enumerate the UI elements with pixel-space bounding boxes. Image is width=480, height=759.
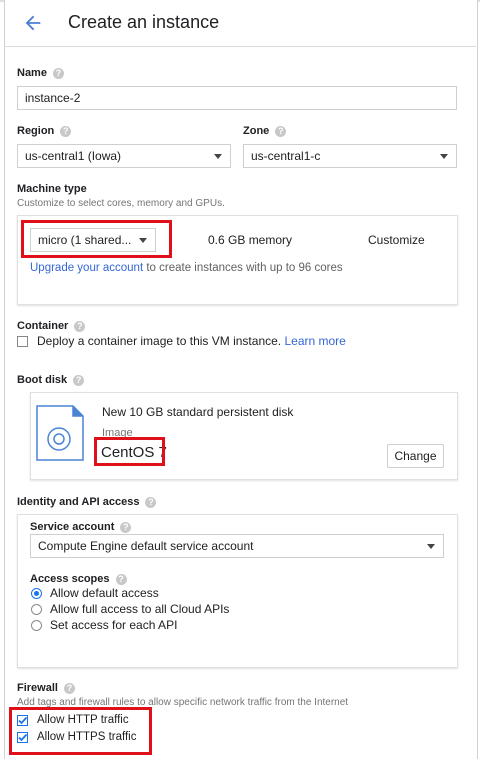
boot-disk-label: Boot disk?	[17, 374, 85, 386]
boot-disk-description: New 10 GB standard persistent disk	[102, 405, 294, 419]
boot-disk-label-text: Boot disk	[17, 374, 68, 386]
customize-link[interactable]: Customize	[368, 233, 425, 247]
container-label-text: Container	[17, 320, 69, 332]
upgrade-line: Upgrade your account to create instances…	[30, 262, 343, 274]
chevron-down-icon	[440, 154, 448, 159]
zone-label-text: Zone	[243, 125, 270, 137]
name-input[interactable]: instance-2	[17, 86, 457, 110]
service-account-label-text: Service account	[30, 521, 115, 533]
region-select[interactable]: us-central1 (Iowa)	[17, 144, 231, 168]
container-checkbox-label: Deploy a container image to this VM inst…	[37, 334, 282, 348]
identity-label-text: Identity and API access	[17, 496, 140, 508]
help-icon[interactable]: ?	[145, 496, 157, 508]
container-checkbox[interactable]	[17, 336, 28, 347]
identity-label: Identity and API access?	[17, 496, 157, 508]
help-icon[interactable]: ?	[120, 521, 132, 533]
access-scopes-label-text: Access scopes	[30, 573, 110, 585]
machine-type-subtitle: Customize to select cores, memory and GP…	[17, 198, 225, 209]
machine-type-label: Machine type	[17, 183, 87, 195]
access-scopes-label: Access scopes?	[30, 573, 127, 585]
upgrade-account-link[interactable]: Upgrade your account	[30, 262, 143, 274]
container-label: Container?	[17, 320, 86, 332]
firewall-label-text: Firewall	[17, 682, 58, 694]
chevron-down-icon	[427, 544, 435, 549]
name-label: Name?	[17, 67, 64, 79]
service-account-label: Service account?	[30, 521, 132, 533]
learn-more-link[interactable]: Learn more	[284, 334, 345, 348]
help-icon[interactable]: ?	[275, 125, 287, 137]
page-header: Create an instance	[4, 2, 476, 47]
service-account-select[interactable]: Compute Engine default service account	[30, 534, 444, 558]
help-icon[interactable]: ?	[73, 374, 85, 386]
scope-label-each: Set access for each API	[50, 618, 178, 632]
name-label-text: Name	[17, 67, 47, 79]
help-icon[interactable]: ?	[52, 67, 64, 79]
chevron-down-icon	[214, 154, 222, 159]
back-arrow-icon[interactable]	[22, 12, 44, 34]
scope-radio-default[interactable]	[31, 588, 42, 599]
firewall-label: Firewall?	[17, 682, 75, 694]
disk-icon	[36, 405, 84, 461]
help-icon[interactable]: ?	[115, 573, 127, 585]
container-line: Deploy a container image to this VM inst…	[37, 334, 346, 348]
memory-text: 0.6 GB memory	[208, 233, 293, 247]
page-title: Create an instance	[68, 12, 220, 32]
upgrade-text: to create instances with up to 96 cores	[143, 262, 343, 274]
region-label: Region?	[17, 125, 72, 137]
highlight-box	[21, 220, 172, 258]
help-icon[interactable]: ?	[74, 320, 86, 332]
highlight-box	[94, 437, 165, 466]
scope-label-full: Allow full access to all Cloud APIs	[50, 602, 230, 616]
help-icon[interactable]: ?	[63, 682, 75, 694]
scope-radio-each[interactable]	[31, 620, 42, 631]
zone-label: Zone?	[243, 125, 287, 137]
scope-label-default: Allow default access	[50, 586, 159, 600]
highlight-box	[9, 707, 152, 755]
change-button[interactable]: Change	[387, 444, 444, 468]
scope-radio-full[interactable]	[31, 604, 42, 615]
service-account-value: Compute Engine default service account	[38, 539, 254, 553]
zone-select[interactable]: us-central1-c	[243, 144, 457, 168]
help-icon[interactable]: ?	[60, 125, 72, 137]
region-value: us-central1 (Iowa)	[25, 149, 122, 163]
region-label-text: Region	[17, 125, 55, 137]
zone-value: us-central1-c	[251, 149, 321, 163]
